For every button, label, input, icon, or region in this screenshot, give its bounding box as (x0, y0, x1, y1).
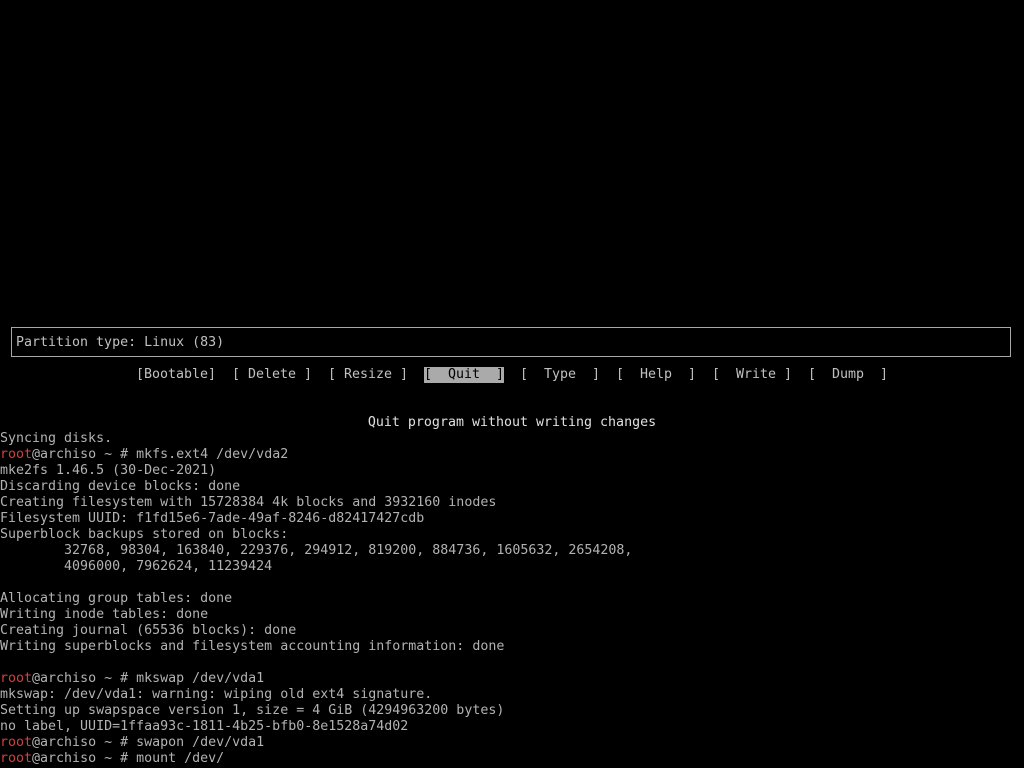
console-prompt-line: root@archiso ~ # swapon /dev/vda1 (0, 735, 1024, 751)
partition-type-text: Partition type: Linux (83) (16, 335, 225, 350)
console-output-line: Creating journal (65536 blocks): done (0, 623, 297, 638)
menu-delete-button[interactable]: [ Delete ] (232, 367, 312, 383)
menu-dump-button[interactable]: [ Dump ] (808, 367, 888, 383)
menu-help-button[interactable]: [ Help ] (616, 367, 696, 383)
console-prompt-line: root@archiso ~ # mount /dev/ (0, 751, 1024, 767)
prompt-user: root (0, 671, 33, 686)
menu-write-button[interactable]: [ Write ] (712, 367, 792, 383)
prompt-command: @archiso ~ # swapon /dev/vda1 (32, 735, 265, 750)
prompt-command: @archiso ~ # mkswap /dev/vda1 (32, 671, 265, 686)
menu-quit-button[interactable]: [ Quit ] (424, 367, 505, 383)
console-output-line: Superblock backups stored on blocks: (0, 527, 289, 542)
console-prompt-line: root@archiso ~ # mkfs.ext4 /dev/vda2 (0, 447, 1024, 463)
menu-bootable-button[interactable]: [Bootable] (136, 367, 216, 383)
console-output-line: Creating filesystem with 15728384 4k blo… (0, 495, 497, 510)
console-output-line: Writing superblocks and filesystem accou… (0, 639, 505, 654)
console-output-line: mkswap: /dev/vda1: warning: wiping old e… (0, 687, 433, 702)
prompt-command: @archiso ~ # mount /dev/ (32, 751, 225, 766)
menu-resize-button[interactable]: [ Resize ] (328, 367, 408, 383)
console-output-line: 32768, 98304, 163840, 229376, 294912, 81… (0, 543, 633, 558)
console-output-line: mke2fs 1.46.5 (30-Dec-2021) (0, 463, 217, 478)
prompt-user: root (0, 447, 33, 462)
console-output-line: Allocating group tables: done (0, 591, 233, 606)
menu-hint-text: Quit program without writing changes (367, 415, 657, 430)
prompt-user: root (0, 751, 33, 766)
menu-type-button[interactable]: [ Type ] (520, 367, 600, 383)
prompt-command: @archiso ~ # mkfs.ext4 /dev/vda2 (32, 447, 289, 462)
console-output-line: Writing inode tables: done (0, 607, 209, 622)
console-output-line: Filesystem UUID: f1fd15e6-7ade-49af-8246… (0, 511, 425, 526)
console-output-line: Syncing disks. (0, 431, 113, 446)
console-output-line: Setting up swapspace version 1, size = 4… (0, 703, 505, 718)
cfdisk-menu-bar: [Bootable] [ Delete ] [ Resize ] [ Quit … (0, 367, 1024, 383)
console-output-line: 4096000, 7962624, 11239424 (0, 559, 273, 574)
terminal-screen[interactable]: Partition type: Linux (83) [Bootable] [ … (0, 0, 1024, 768)
console-prompt-line: root@archiso ~ # mkswap /dev/vda1 (0, 671, 1024, 687)
console-output: Syncing disks. root@archiso ~ # mkfs.ext4… (0, 431, 1024, 767)
partition-info-box: Partition type: Linux (83) (11, 327, 1011, 357)
console-output-line: Discarding device blocks: done (0, 479, 241, 494)
console-output-line: no label, UUID=1ffaa93c-1811-4b25-bfb0-8… (0, 719, 409, 734)
prompt-user: root (0, 735, 33, 750)
